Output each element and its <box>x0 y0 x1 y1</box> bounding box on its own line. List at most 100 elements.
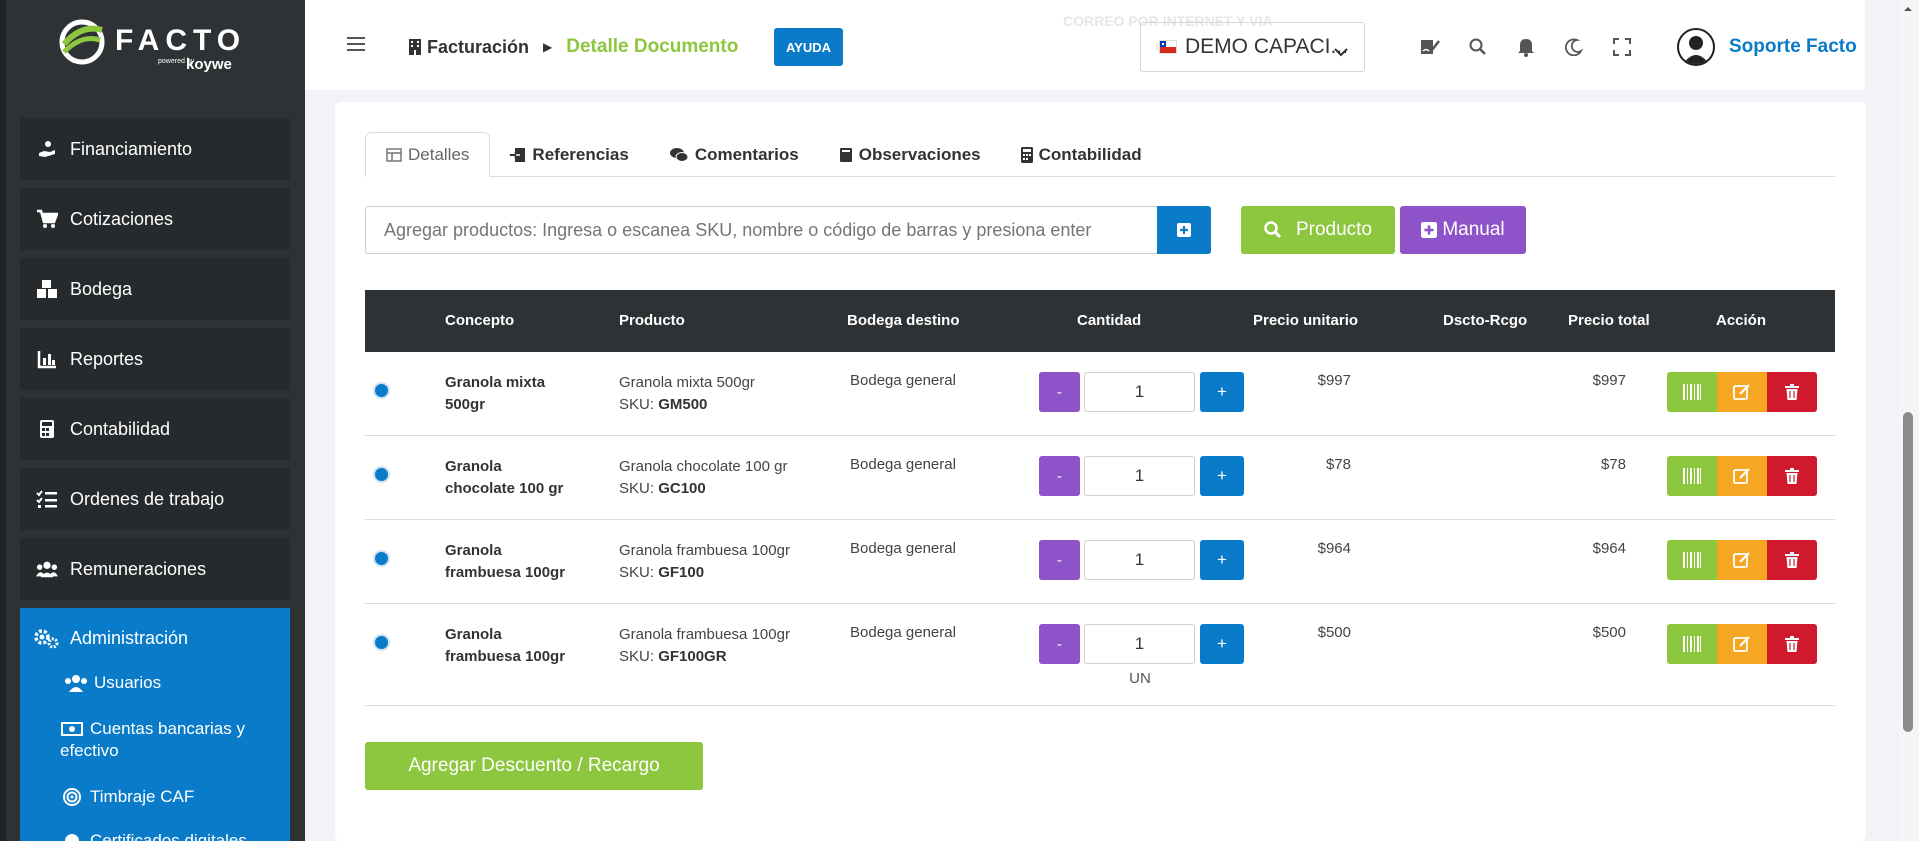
user-menu[interactable]: Soporte Facto <box>1677 28 1857 66</box>
row-warehouse: Bodega general <box>850 372 956 389</box>
manual-button[interactable]: Manual <box>1400 206 1526 254</box>
sku-label: SKU: <box>619 480 655 497</box>
tab-comentarios[interactable]: Comentarios <box>649 132 819 177</box>
qty-decrease-button[interactable]: - <box>1039 540 1080 580</box>
barcode-icon <box>1683 552 1701 568</box>
barcode-button[interactable] <box>1667 456 1717 496</box>
breadcrumb-label: Facturación <box>427 36 530 57</box>
sidebar-item-financiamiento[interactable]: Financiamiento <box>20 118 290 180</box>
bell-icon[interactable] <box>1515 36 1537 58</box>
breadcrumb: Facturación ▶ Detalle Documento <box>409 36 738 58</box>
manual-button-label: Manual <box>1442 219 1505 240</box>
edit-button[interactable] <box>1717 456 1767 496</box>
sku-value: GF100GR <box>658 648 727 665</box>
sidebar-item-bodega[interactable]: Bodega <box>20 258 290 320</box>
moon-icon[interactable] <box>1563 36 1585 58</box>
sidebar-item-contabilidad[interactable]: Contabilidad <box>20 398 290 460</box>
qty-input[interactable]: 1 <box>1084 456 1195 496</box>
avatar <box>1677 28 1715 66</box>
delete-button[interactable] <box>1767 540 1817 580</box>
row-unit-price: $500 <box>1317 624 1351 641</box>
concept-line-1: Granola <box>445 626 502 643</box>
barcode-button[interactable] <box>1667 372 1717 412</box>
sidebar-edge <box>0 0 6 841</box>
signature-icon[interactable] <box>1419 36 1441 58</box>
qty-decrease-button[interactable]: - <box>1039 624 1080 664</box>
sidebar-subitem-cuentas[interactable]: Cuentas bancarias y efectivo <box>60 718 245 762</box>
expand-row-icon[interactable] <box>373 550 390 567</box>
edit-button[interactable] <box>1717 372 1767 412</box>
calculator-icon <box>1020 146 1033 163</box>
qty-increase-button[interactable]: + <box>1200 540 1244 580</box>
qty-decrease-button[interactable]: - <box>1039 372 1080 412</box>
sidebar-subitem-timbraje[interactable]: Timbraje CAF <box>60 786 194 808</box>
sidebar-item-administracion[interactable]: Administración <box>34 628 188 649</box>
bar-chart-icon <box>36 348 58 370</box>
add-discount-surcharge-button[interactable]: Agregar Descuento / Recargo <box>365 742 703 790</box>
col-producto: Producto <box>619 312 685 329</box>
tab-referencias[interactable]: Referencias <box>490 132 648 177</box>
edit-icon <box>1733 384 1750 400</box>
scrollbar-thumb[interactable] <box>1903 412 1913 732</box>
facto-logo[interactable]: FACTO powered by koywe <box>58 18 258 78</box>
building-icon <box>409 39 421 55</box>
sidebar-subitem-usuarios[interactable]: Usuarios <box>64 672 161 694</box>
expand-row-icon[interactable] <box>373 634 390 651</box>
delete-button[interactable] <box>1767 372 1817 412</box>
edit-button[interactable] <box>1717 624 1767 664</box>
breadcrumb-facturacion[interactable]: Facturación <box>409 37 529 58</box>
trash-icon <box>1785 384 1799 400</box>
sidebar-subitem-certificados[interactable]: Certificados digitales <box>60 830 247 841</box>
sidebar-subitem-label: Timbraje CAF <box>90 787 195 806</box>
qty-input[interactable]: 1 <box>1084 372 1195 412</box>
logo-partner: koywe <box>186 56 232 73</box>
delete-button[interactable] <box>1767 624 1817 664</box>
tab-label: Referencias <box>532 144 629 164</box>
company-selector[interactable]: DEMO CAPACI... <box>1140 22 1365 72</box>
sidebar-item-reportes[interactable]: Reportes <box>20 328 290 390</box>
scroll-up-icon[interactable] <box>1903 4 1913 14</box>
qty-increase-button[interactable]: + <box>1200 624 1244 664</box>
product-search-input[interactable] <box>365 206 1160 254</box>
expand-row-icon[interactable] <box>373 382 390 399</box>
help-button[interactable]: AYUDA <box>774 28 843 66</box>
trash-icon <box>1785 468 1799 484</box>
sidebar-subitem-label: Cuentas bancarias y <box>90 719 245 738</box>
barcode-button[interactable] <box>1667 540 1717 580</box>
fullscreen-icon[interactable] <box>1611 36 1633 58</box>
sidebar-item-label: Cotizaciones <box>70 208 174 229</box>
sidebar-item-cotizaciones[interactable]: Cotizaciones <box>20 188 290 250</box>
qty-unit: UN <box>1129 670 1151 687</box>
calculator-icon <box>36 418 58 440</box>
tab-contabilidad[interactable]: Contabilidad <box>1001 132 1162 177</box>
product-button-label: Producto <box>1295 219 1373 240</box>
qty-input[interactable]: 1 <box>1084 624 1195 664</box>
row-total-price: $500 <box>1592 624 1626 641</box>
table-row: Granola frambuesa 100gr Granola frambuesa… <box>365 604 1835 706</box>
product-name: Granola frambuesa 100gr <box>619 542 790 559</box>
qty-decrease-button[interactable]: - <box>1039 456 1080 496</box>
concept-line-1: Granola mixta <box>445 374 546 391</box>
expand-row-icon[interactable] <box>373 466 390 483</box>
concept-line-1: Granola <box>445 458 502 475</box>
add-product-button[interactable] <box>1157 206 1211 254</box>
delete-button[interactable] <box>1767 456 1817 496</box>
sidebar-subitem-label: Certificados digitales <box>90 831 247 841</box>
sidebar-item-ordenes-de-trabajo[interactable]: Ordenes de trabajo <box>20 468 290 530</box>
qty-increase-button[interactable]: + <box>1200 372 1244 412</box>
hamburger-menu-icon[interactable] <box>347 36 365 57</box>
tab-detalles[interactable]: Detalles <box>365 132 491 177</box>
sku-label: SKU: <box>619 648 655 665</box>
qty-increase-button[interactable]: + <box>1200 456 1244 496</box>
concept-line-2: frambuesa 100gr <box>445 564 566 581</box>
qty-input[interactable]: 1 <box>1084 540 1195 580</box>
row-product: Granola mixta 500gr SKU: GM500 <box>619 372 755 416</box>
edit-button[interactable] <box>1717 540 1767 580</box>
product-name: Granola mixta 500gr <box>619 374 755 391</box>
sidebar-item-remuneraciones[interactable]: Remuneraciones <box>20 538 290 600</box>
product-button[interactable]: Producto <box>1241 206 1395 254</box>
barcode-button[interactable] <box>1667 624 1717 664</box>
search-icon[interactable] <box>1467 36 1489 58</box>
tab-observaciones[interactable]: Observaciones <box>819 132 1001 177</box>
edit-icon <box>1733 636 1750 652</box>
